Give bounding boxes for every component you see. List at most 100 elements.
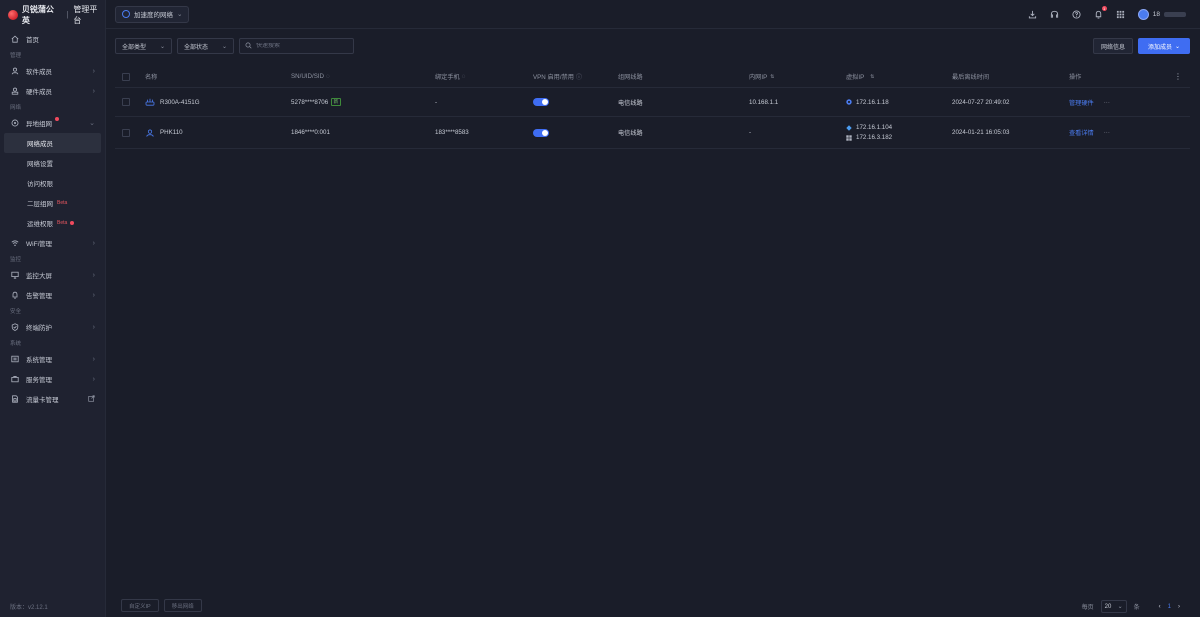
per-page-label: 每页: [1081, 605, 1094, 611]
table-row[interactable]: R300A-4151G 5278****8706 新 - 电信线路 10.168…: [115, 88, 1190, 117]
chevron-right-icon: ›: [92, 355, 95, 363]
notification-bell-icon[interactable]: 1: [1094, 6, 1107, 19]
header-lan-ip-label: 内网IP: [749, 74, 768, 81]
sidebar-item-software-members[interactable]: 软件成员 ›: [0, 61, 105, 81]
chevron-down-icon: ⌄: [1174, 43, 1181, 50]
sidebar-item-monitor-screen[interactable]: 监控大屏 ›: [0, 265, 105, 285]
info-icon[interactable]: ⓘ: [576, 72, 582, 81]
header-phone: 绑定手机 ◌: [435, 66, 465, 87]
header-lan-ip[interactable]: 内网IP ⇅: [749, 66, 774, 87]
sidebar-item-smart-network[interactable]: 异地组网 ⌄: [0, 113, 105, 133]
prev-page-icon[interactable]: ‹: [1159, 604, 1161, 610]
column-settings-icon[interactable]: ⋮: [1174, 66, 1182, 87]
search-icon: [245, 42, 252, 51]
sidebar-item-label: 硬件成员: [26, 89, 52, 96]
header-phone-label: 绑定手机: [435, 74, 460, 81]
sidebar-item-traffic-card[interactable]: 流量卡管理: [0, 389, 105, 409]
custom-ip-button[interactable]: 自定义IP: [121, 599, 159, 612]
hardware-user-icon: [10, 87, 20, 95]
external-link-icon[interactable]: [88, 394, 95, 404]
sidebar-item-label: 首页: [26, 37, 39, 44]
sidebar-item-terminal-protect[interactable]: 终端防护 ›: [0, 317, 105, 337]
download-icon[interactable]: [1028, 10, 1037, 19]
search-input[interactable]: [256, 43, 351, 49]
user-menu[interactable]: 18: [1137, 9, 1186, 20]
help-icon[interactable]: [1072, 10, 1081, 19]
network-info-button[interactable]: 网络信息: [1092, 38, 1133, 54]
status-filter-dropdown[interactable]: 全部状态 ⌄: [177, 38, 234, 54]
sidebar-subitem-network-members[interactable]: 网络成员: [4, 133, 101, 153]
pagination: 每页 20 ⌄ 条 ‹ 1 ›: [1082, 600, 1180, 613]
sidebar-subitem-access-permission[interactable]: 访问权限: [0, 173, 105, 193]
select-all-checkbox[interactable]: [122, 72, 130, 81]
sidebar-item-system-manage[interactable]: 系统管理 ›: [0, 349, 105, 369]
view-details-link[interactable]: 查看详情: [1069, 128, 1094, 137]
header-virtual-ip[interactable]: 虚拟IP ⇅: [846, 66, 874, 87]
top-bar: 加速度的网络 ⌄ 1 18: [106, 0, 1200, 29]
manage-hardware-link[interactable]: 管理硬件: [1069, 98, 1094, 107]
sidebar-item-home[interactable]: 首页: [0, 29, 105, 49]
sidebar-subitem-network-settings[interactable]: 网络设置: [0, 153, 105, 173]
device-sn: 1846****0:001: [291, 129, 330, 136]
section-monitor: 监控: [10, 257, 22, 263]
remove-from-network-button[interactable]: 移出网络: [163, 599, 202, 612]
sort-icon[interactable]: ⇅: [870, 74, 874, 80]
shield-icon: [10, 323, 20, 331]
top-actions: 1 18: [1028, 0, 1186, 29]
sidebar-item-wifi[interactable]: WiFi管理 ›: [0, 233, 105, 253]
type-filter-dropdown[interactable]: 全部类型 ⌄: [115, 38, 172, 54]
device-name: R300A-4151G: [160, 98, 200, 106]
vpn-toggle[interactable]: [533, 128, 549, 137]
sidebar-item-service-manage[interactable]: 服务管理 ›: [0, 369, 105, 389]
table-row[interactable]: PHK110 1846****0:001 183****8583 电信线路 - …: [115, 117, 1190, 149]
section-system: 系统: [10, 341, 22, 347]
eye-icon[interactable]: ◌: [326, 73, 330, 80]
headset-icon[interactable]: [1050, 10, 1059, 19]
row-checkbox[interactable]: [122, 128, 130, 137]
chevron-right-icon: ›: [92, 323, 95, 331]
sidebar-item-label: WiFi管理: [26, 241, 52, 248]
username-masked: [1164, 12, 1186, 17]
sidebar-subitem-label: 访问权限: [27, 181, 53, 188]
sidebar-item-alarm[interactable]: 告警管理 ›: [0, 285, 105, 305]
chevron-down-icon: ⌄: [221, 43, 227, 50]
sidebar-subitem-layer2-network[interactable]: 二层组网 Beta: [0, 193, 105, 213]
add-member-label: 添加成员: [1147, 44, 1172, 51]
network-line: 电信线路: [618, 99, 643, 107]
device-sn: 5278****8706: [291, 98, 329, 106]
eye-icon[interactable]: ◌: [462, 73, 466, 80]
section-security: 安全: [10, 309, 22, 315]
filter-bar: 全部类型 ⌄ 全部状态 ⌄: [115, 38, 354, 54]
software-user-icon: [10, 67, 20, 75]
more-actions-icon[interactable]: ···: [1104, 99, 1110, 106]
sort-icon[interactable]: ⇅: [770, 74, 774, 80]
sidebar-item-hardware-members[interactable]: 硬件成员 ›: [0, 81, 105, 101]
page-size-select[interactable]: 20 ⌄: [1100, 600, 1127, 613]
notification-count-badge: 1: [1101, 6, 1107, 11]
header-sn-label: SN/UID/SID: [291, 73, 325, 80]
brand-name: 贝锐蒲公英: [21, 4, 54, 25]
vpn-toggle[interactable]: [533, 98, 549, 106]
header-sn: SN/UID/SID ◌: [291, 66, 330, 87]
network-selector[interactable]: 加速度的网络 ⌄: [115, 5, 190, 23]
logo[interactable]: 贝锐蒲公英 | 管理平台: [0, 0, 105, 29]
add-member-button[interactable]: 添加成员 ⌄: [1138, 38, 1190, 54]
more-actions-icon[interactable]: ···: [1104, 129, 1110, 136]
monitor-icon: [10, 271, 20, 279]
apps-grid-icon[interactable]: [1116, 10, 1125, 19]
chevron-right-icon: ›: [92, 67, 95, 75]
beta-tag: Beta: [57, 220, 68, 226]
notification-dot: [55, 117, 59, 121]
chevron-down-icon: ⌄: [1117, 604, 1123, 610]
chevron-down-icon: ⌄: [89, 120, 95, 127]
device-name: PHK110: [160, 129, 183, 136]
next-page-icon[interactable]: ›: [1178, 604, 1180, 610]
bound-phone: 183****8583: [435, 129, 469, 136]
sidebar-subitem-ops-permission[interactable]: 运维权限 Beta: [0, 213, 105, 233]
avatar: [1137, 9, 1149, 20]
version-label: 版本：v2.12.1: [10, 605, 48, 611]
row-checkbox[interactable]: [122, 98, 130, 106]
new-badge: 新: [331, 98, 341, 106]
home-icon: [10, 35, 20, 43]
current-page[interactable]: 1: [1168, 604, 1171, 610]
